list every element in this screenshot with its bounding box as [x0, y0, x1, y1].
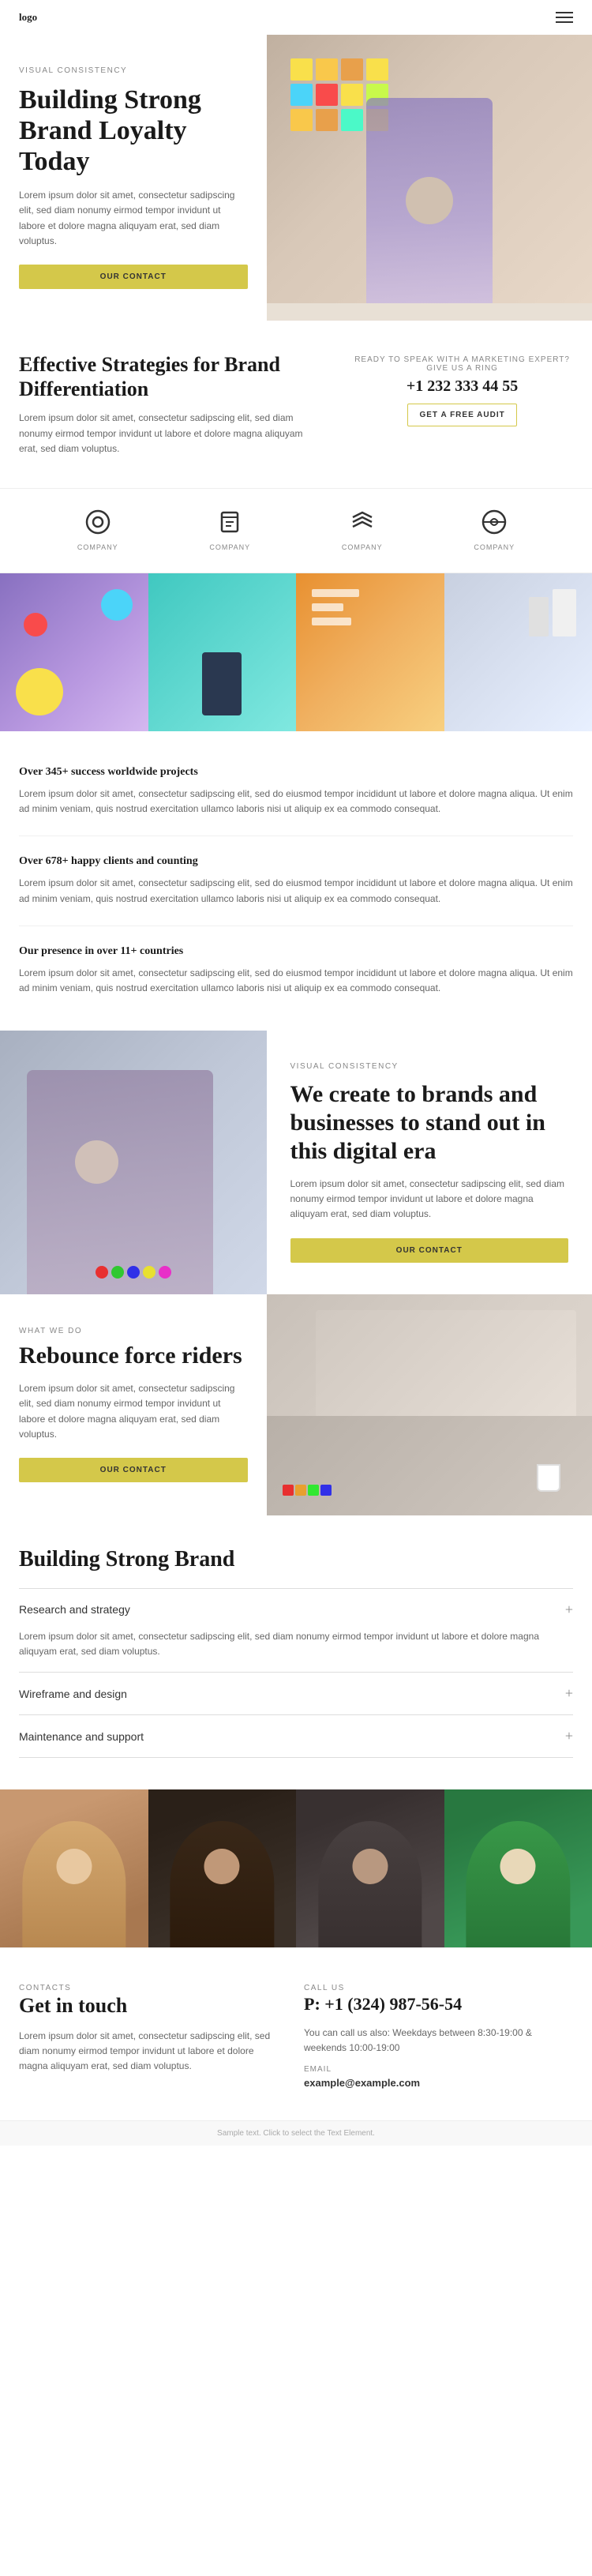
strategies-phone: +1 232 333 44 55	[351, 377, 573, 396]
visual-left-image	[0, 1031, 267, 1294]
stat-desc-1: Lorem ipsum dolor sit amet, consectetur …	[19, 787, 573, 817]
call-email: example@example.com	[304, 2077, 573, 2089]
logo-label-1: COMPANY	[77, 543, 118, 551]
strategies-title: Effective Strategies for Brand Different…	[19, 352, 324, 401]
hero-description: Lorem ipsum dolor sit amet, consectetur …	[19, 188, 248, 249]
logo-label-2: COMPANY	[209, 543, 250, 551]
hero-eyebrow: VISUAL CONSISTENCY	[19, 66, 248, 75]
wwd-left-content: WHAT WE DO Rebounce force riders Lorem i…	[0, 1294, 267, 1515]
hamburger-menu[interactable]	[556, 12, 573, 23]
contact-left: CONTACTS Get in touch Lorem ipsum dolor …	[19, 1980, 296, 2089]
accordion-header-2[interactable]: Wireframe and design +	[19, 1685, 573, 1702]
wwd-title: Rebounce force riders	[19, 1342, 248, 1370]
what-we-do-section: WHAT WE DO Rebounce force riders Lorem i…	[0, 1294, 592, 1515]
team-cell-4	[444, 1789, 592, 1947]
contact-section: CONTACTS Get in touch Lorem ipsum dolor …	[0, 1947, 592, 2120]
visual-title: We create to brands and businesses to st…	[290, 1080, 569, 1166]
logo-label-3: COMPANY	[342, 543, 383, 551]
accordion-icon-3: +	[565, 1728, 573, 1744]
strategies-description: Lorem ipsum dolor sit amet, consectetur …	[19, 411, 324, 456]
logo-label-4: COMPANY	[474, 543, 515, 551]
logo-item-3: COMPANY	[342, 508, 383, 554]
call-eyebrow: CALL US	[304, 1984, 345, 1992]
stats-section: Over 345+ success worldwide projects Lor…	[0, 731, 592, 1031]
team-cell-2	[148, 1789, 297, 1947]
accordion-icon-2: +	[565, 1685, 573, 1702]
wwd-right-image	[267, 1294, 592, 1515]
grid-cell-3	[296, 573, 444, 731]
grid-cell-2	[148, 573, 297, 731]
contact-right: CALL US P: +1 (324) 987-56-54 You can ca…	[296, 1980, 573, 2089]
accordion-item-1: Research and strategy + Lorem ipsum dolo…	[19, 1588, 573, 1672]
email-label: EMAIL	[304, 2065, 573, 2074]
visual-section: VISUAL CONSISTENCY We create to brands a…	[0, 1031, 592, 1294]
footer-note: Sample text. Click to select the Text El…	[0, 2120, 592, 2146]
contact-eyebrow: CONTACTS	[19, 1984, 71, 1992]
strategies-eyebrow: READY TO SPEAK WITH A MARKETING EXPERT? …	[351, 355, 573, 373]
strategies-right: READY TO SPEAK WITH A MARKETING EXPERT? …	[351, 352, 573, 426]
accordion-item-3: Maintenance and support +	[19, 1714, 573, 1758]
chevron-double-icon	[348, 508, 377, 536]
stat-item-1: Over 345+ success worldwide projects Lor…	[19, 747, 573, 836]
image-grid	[0, 573, 592, 731]
call-number: P: +1 (324) 987-56-54	[304, 1994, 573, 2015]
hero-cta-button[interactable]: OUR CONTACT	[19, 265, 248, 289]
accordion-label-2: Wireframe and design	[19, 1688, 127, 1700]
accordion-label-1: Research and strategy	[19, 1603, 130, 1616]
accordion-icon-1: +	[565, 1602, 573, 1618]
strategies-section: Effective Strategies for Brand Different…	[0, 321, 592, 488]
accordion-header-1[interactable]: Research and strategy +	[19, 1602, 573, 1618]
visual-description: Lorem ipsum dolor sit amet, consectetur …	[290, 1177, 569, 1222]
strategies-left: Effective Strategies for Brand Different…	[19, 352, 324, 456]
accordion-body-1: Lorem ipsum dolor sit amet, consectetur …	[19, 1618, 573, 1659]
book-icon	[215, 508, 244, 536]
stat-desc-3: Lorem ipsum dolor sit amet, consectetur …	[19, 966, 573, 996]
logos-row: COMPANY COMPANY COMPANY COMPANY	[0, 488, 592, 573]
stat-title-3: Our presence in over 11+ countries	[19, 945, 573, 958]
stat-desc-2: Lorem ipsum dolor sit amet, consectetur …	[19, 876, 573, 906]
visual-cta-button[interactable]: OUR CONTACT	[290, 1238, 569, 1263]
contact-title: Get in touch	[19, 1994, 272, 2018]
logo-item-1: COMPANY	[77, 508, 118, 554]
logo-item-4: COMPANY	[474, 508, 515, 554]
navbar: logo	[0, 0, 592, 35]
call-hours: You can call us also: Weekdays between 8…	[304, 2026, 573, 2056]
stat-item-3: Our presence in over 11+ countries Lorem…	[19, 926, 573, 1015]
accordion-item-2: Wireframe and design +	[19, 1672, 573, 1714]
grid-cell-4	[444, 573, 592, 731]
accordion-label-3: Maintenance and support	[19, 1730, 144, 1743]
link-circle-icon	[480, 508, 508, 536]
footer-note-text: Sample text. Click to select the Text El…	[217, 2129, 375, 2138]
stat-item-2: Over 678+ happy clients and counting Lor…	[19, 836, 573, 926]
accordion-text-1: Lorem ipsum dolor sit amet, consectetur …	[19, 1629, 573, 1659]
brand-section: Building Strong Brand Research and strat…	[0, 1515, 592, 1789]
visual-right-content: VISUAL CONSISTENCY We create to brands a…	[267, 1031, 592, 1294]
stat-title-2: Over 678+ happy clients and counting	[19, 855, 573, 868]
team-grid	[0, 1789, 592, 1947]
hero-image	[267, 35, 592, 321]
accordion-header-3[interactable]: Maintenance and support +	[19, 1728, 573, 1744]
stat-title-1: Over 345+ success worldwide projects	[19, 766, 573, 779]
hero-section: VISUAL CONSISTENCY Building Strong Brand…	[0, 35, 592, 321]
logo-item-2: COMPANY	[209, 508, 250, 554]
brand-section-title: Building Strong Brand	[19, 1547, 573, 1572]
wwd-eyebrow: WHAT WE DO	[19, 1327, 248, 1335]
contact-description: Lorem ipsum dolor sit amet, consectetur …	[19, 2029, 272, 2075]
grid-cell-1	[0, 573, 148, 731]
team-cell-3	[296, 1789, 444, 1947]
circle-icon	[84, 508, 112, 536]
wwd-cta-button[interactable]: OUR CONTACT	[19, 1458, 248, 1482]
wwd-description: Lorem ipsum dolor sit amet, consectetur …	[19, 1381, 248, 1442]
team-cell-1	[0, 1789, 148, 1947]
hero-left: VISUAL CONSISTENCY Building Strong Brand…	[0, 35, 267, 321]
visual-eyebrow: VISUAL CONSISTENCY	[290, 1062, 569, 1071]
hero-title: Building Strong Brand Loyalty Today	[19, 84, 248, 177]
nav-logo: logo	[19, 11, 37, 24]
audit-button[interactable]: GET A FREE AUDIT	[407, 404, 516, 426]
